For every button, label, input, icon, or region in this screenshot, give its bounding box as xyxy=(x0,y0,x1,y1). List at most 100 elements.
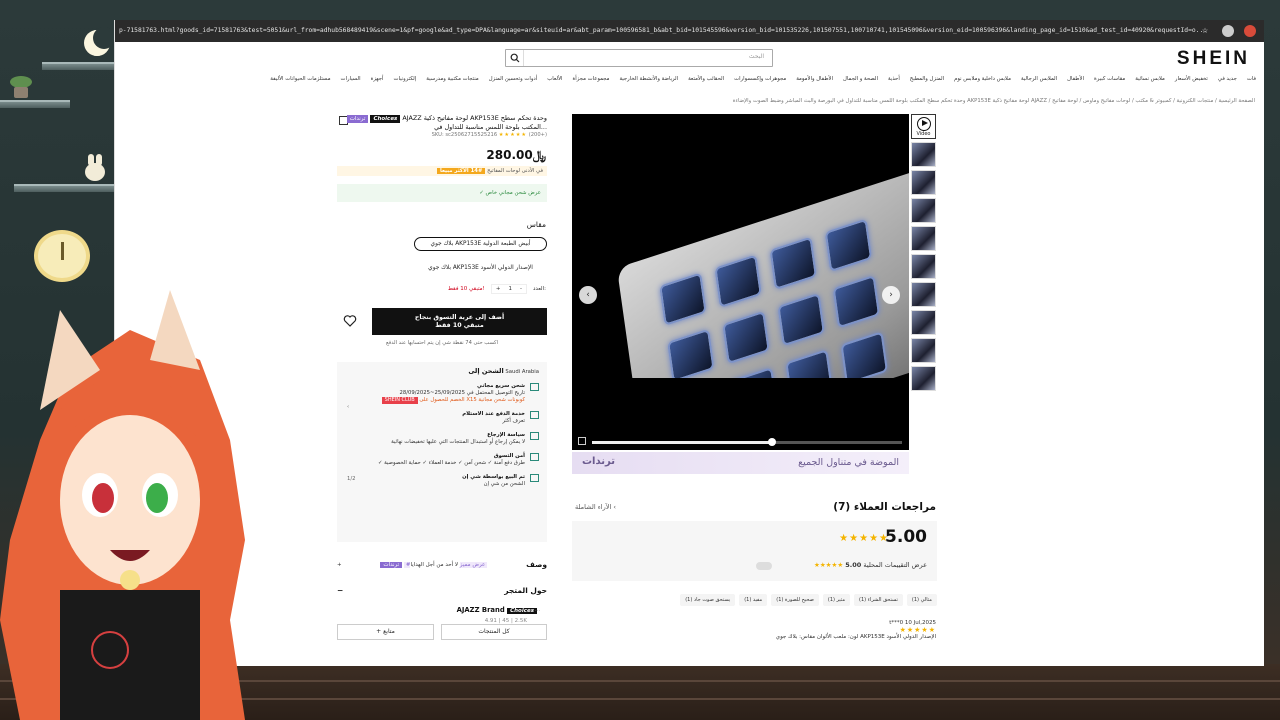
plant-pot-decoration xyxy=(8,76,34,98)
address-bar[interactable]: p-71581763.html?goods_id=71581763&test=5… xyxy=(115,20,1264,42)
review-tags: مثالي (1) تستحق الشراء (1) مثير (1) صحيح لل… xyxy=(655,594,937,606)
trend-banner[interactable]: ترندات الموضة في متناول الجميع xyxy=(572,452,909,474)
chevron-left-icon[interactable]: ‹ xyxy=(347,404,349,411)
nav-item[interactable]: ملابس داخلية وملابس نوم xyxy=(949,76,1016,88)
quantity-stepper[interactable]: + 1 - xyxy=(490,284,527,294)
expand-icon[interactable]: + xyxy=(337,562,342,568)
return-row[interactable]: سياسة الإرجاع لا يمكن إرجاع أو استبدال ا… xyxy=(345,432,539,446)
collapse-icon[interactable]: − xyxy=(337,586,343,595)
truck-icon xyxy=(530,383,539,391)
search-button[interactable] xyxy=(506,50,524,66)
review-stars: ★★★★★ xyxy=(899,626,936,634)
nav-item[interactable]: مجوهرات وإكسسوارات xyxy=(729,76,791,88)
nav-item[interactable]: تخفيض الأسعار xyxy=(1170,76,1213,88)
rating-stars[interactable]: ★★★★★ xyxy=(499,132,527,138)
nav-item[interactable]: مقاسات كبيرة xyxy=(1089,76,1130,88)
review-tag[interactable]: مثالي (1) xyxy=(906,594,937,606)
follow-store-button[interactable]: + متابع xyxy=(337,624,434,640)
profile-icon[interactable] xyxy=(1244,25,1256,37)
nav-item[interactable]: الملابس الرجالية xyxy=(1016,76,1062,88)
qty-value[interactable]: 1 xyxy=(508,286,512,292)
nav-item[interactable]: فات xyxy=(1242,76,1261,88)
search-input[interactable]: البحث xyxy=(505,49,773,67)
all-products-button[interactable]: كل المنتجات xyxy=(441,624,547,640)
review-tag[interactable]: يستحق صوت جاد (1) xyxy=(680,594,736,606)
nav-item[interactable]: الرياضة والأنشطة الخارجية xyxy=(614,76,683,88)
delivery-date: تاريخ التوصيل المحتمل في 25/09/2025~28/0… xyxy=(399,390,525,396)
breadcrumb[interactable]: الصفحة الرئيسية / منتجات الكترونية / كمب… xyxy=(335,98,1255,104)
shipping-country[interactable]: Saudi Arabia xyxy=(505,369,539,375)
store-name: AJAZZ Brand xyxy=(456,606,505,614)
review-tag[interactable]: مثير (1) xyxy=(822,594,850,606)
store-card[interactable]: ⋯ AJAZZ Brand Choices 4.91 | 45 | 2.5K xyxy=(337,606,547,624)
local-reviews-toggle[interactable] xyxy=(756,562,772,570)
all-reviews-link[interactable]: الآراء الشاملة ‹ xyxy=(575,503,616,511)
nav-item[interactable]: مستلزمات الحيوانات الأليفة xyxy=(265,76,335,88)
shein-logo[interactable]: SHEIN xyxy=(1177,48,1250,70)
size-option-black[interactable]: بلاك جوي AKP153E الإصدار الدولي الأسود xyxy=(414,261,547,275)
review-tag[interactable]: مفيد (1) xyxy=(739,594,768,606)
store-more-icon[interactable]: ⋯ xyxy=(535,608,541,614)
quantity-row: العدد: + 1 - متبقي 10 فقط! xyxy=(448,284,546,294)
add-to-cart-sub: متبقي 10 فقط xyxy=(435,322,484,329)
video-thumbnail[interactable]: Video xyxy=(911,114,936,139)
store-heading-row[interactable]: حول المتجر − xyxy=(337,586,547,595)
category-nav: فات جديد في تخفيض الأسعار ملابس نسائية مقاسا… xyxy=(270,76,1261,88)
fullscreen-icon[interactable] xyxy=(578,437,586,445)
seller-sub: الشحن من شي إن xyxy=(483,481,525,487)
nav-item[interactable]: السيارات xyxy=(336,76,366,88)
bestseller-bar[interactable]: في الأدنى لوحات المفاتيح #14 الأكثر مبيع… xyxy=(337,166,547,176)
qty-minus-button[interactable]: - xyxy=(520,286,522,292)
nav-item[interactable]: إلكترونيات xyxy=(388,76,421,88)
local-reviews-label: عرض التقييمات المحلية xyxy=(863,561,927,569)
image-thumbnail[interactable] xyxy=(911,198,936,223)
nav-item[interactable]: أحذية xyxy=(883,76,905,88)
rating-count[interactable]: (200+) xyxy=(529,132,547,138)
nav-item[interactable]: ملابس نسائية xyxy=(1130,76,1170,88)
add-to-cart-button[interactable]: أضف إلى عربة التسوق بنجاح متبقي 10 فقط xyxy=(372,308,547,335)
nav-item[interactable]: الأطفال والأمومة xyxy=(791,76,838,88)
nav-item[interactable]: الحقائب والأمتعة xyxy=(683,76,729,88)
nav-item[interactable]: مجموعات مجزأة xyxy=(568,76,615,88)
image-thumbnail[interactable] xyxy=(911,366,936,391)
next-image-arrow-icon[interactable]: › xyxy=(882,286,900,304)
heart-icon[interactable] xyxy=(343,314,357,328)
local-rating-stars: ★★★★★ xyxy=(814,561,844,569)
nav-item[interactable]: الألعاب xyxy=(542,76,567,88)
bookmark-star-icon[interactable]: ☆ xyxy=(1202,20,1208,42)
review-tag[interactable]: تستحق الشراء (1) xyxy=(854,594,903,606)
qty-plus-button[interactable]: + xyxy=(496,286,501,292)
nav-item[interactable]: أجهزة xyxy=(366,76,389,88)
image-thumbnail[interactable] xyxy=(911,170,936,195)
image-thumbnail[interactable] xyxy=(911,310,936,335)
nav-item[interactable]: الصحة و الجمال xyxy=(838,76,883,88)
size-option-white[interactable]: بلاك جوي AKP153E أبيض الطبعة الدولية xyxy=(414,237,547,251)
review-tag[interactable]: صحيح للصورة (1) xyxy=(771,594,819,606)
nav-item[interactable]: الأطفال xyxy=(1062,76,1089,88)
cod-row[interactable]: خدمة الدفع عند الاستلام تعرف أكثر xyxy=(345,411,539,425)
product-video[interactable]: ‹ › xyxy=(572,114,909,450)
image-thumbnail[interactable] xyxy=(911,282,936,307)
secure-row[interactable]: أمن التسوق ✓ طرق دفع آمنة ✓ شحن آمن ✓ خد… xyxy=(345,453,539,467)
extension-icon[interactable] xyxy=(1222,25,1234,37)
free-shipping-row[interactable]: شحن سريع مجاني تاريخ التوصيل المحتمل في … xyxy=(345,383,539,404)
nav-item[interactable]: أدوات وتحسين المنزل xyxy=(484,76,543,88)
search-placeholder: البحث xyxy=(748,53,764,60)
choices-badge: Choices xyxy=(370,115,401,123)
url-text[interactable]: p-71581763.html?goods_id=71581763&test=5… xyxy=(119,27,1207,34)
prev-image-arrow-icon[interactable]: ‹ xyxy=(579,286,597,304)
nav-item[interactable]: جديد في xyxy=(1213,76,1242,88)
image-thumbnail[interactable] xyxy=(911,226,936,251)
return-icon xyxy=(530,432,539,440)
video-scrubber-handle[interactable] xyxy=(767,438,776,446)
cod-sub: تعرف أكثر xyxy=(502,418,525,424)
nav-item[interactable]: منتجات مكتبية ومدرسية xyxy=(421,76,483,88)
seller-row[interactable]: تم البيع بواسطة شي إن الشحن من شي إن xyxy=(345,474,539,488)
image-thumbnail[interactable] xyxy=(911,142,936,167)
nav-item[interactable]: المنزل والمطبخ xyxy=(905,76,949,88)
browser-window: p-71581763.html?goods_id=71581763&test=5… xyxy=(114,20,1264,666)
image-thumbnail[interactable] xyxy=(911,254,936,279)
video-label: Video xyxy=(916,130,931,137)
image-thumbnail[interactable] xyxy=(911,338,936,363)
description-row[interactable]: وصف ترندات #عرض مميز لا أحد من أجل الهدا… xyxy=(337,560,547,569)
